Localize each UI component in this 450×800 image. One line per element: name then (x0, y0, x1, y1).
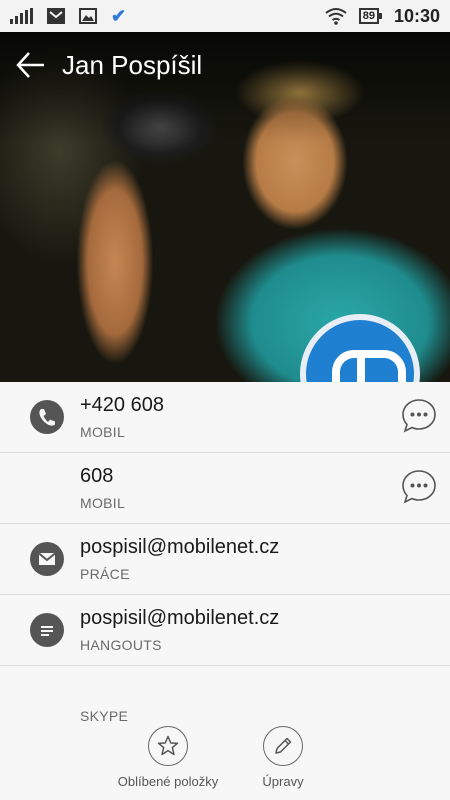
gallery-icon (79, 8, 97, 24)
wifi-icon (325, 8, 347, 25)
signal-icon (10, 8, 33, 24)
phone-type: MOBIL (80, 495, 126, 511)
photo-gradient (0, 32, 450, 142)
star-icon (148, 726, 188, 766)
battery-icon: 89 (358, 8, 382, 24)
phone-number: +420 608 (80, 394, 164, 416)
status-bar: ✔ 89 10:30 (0, 0, 450, 32)
skype-type: SKYPE (80, 708, 129, 724)
phone-row-2[interactable]: 608 MOBIL (0, 453, 450, 524)
message-icon[interactable] (400, 397, 438, 435)
email-type: PRÁCE (80, 566, 130, 582)
check-icon: ✔ (111, 5, 127, 26)
hangouts-icon (30, 613, 64, 647)
edit-label: Úpravy (262, 774, 304, 789)
battery-level: 89 (358, 8, 379, 24)
phone-type: MOBIL (80, 424, 126, 440)
clock: 10:30 (393, 5, 440, 26)
bottom-actions: Oblíbené položky Úpravy (0, 726, 450, 800)
hangouts-row[interactable]: pospisil@mobilenet.cz HANGOUTS (0, 595, 450, 666)
hangouts-type: HANGOUTS (80, 637, 162, 653)
gmail-icon (47, 8, 65, 24)
back-arrow-icon[interactable] (14, 48, 48, 82)
email-row-work[interactable]: pospisil@mobilenet.cz PRÁCE (0, 524, 450, 595)
pencil-icon (263, 726, 303, 766)
contact-name: Jan Pospíšil (62, 50, 203, 80)
email-address: pospisil@mobilenet.cz (80, 536, 280, 558)
phone-row-1[interactable]: +420 608 MOBIL (0, 382, 450, 453)
favorites-button[interactable]: Oblíbené položky (105, 726, 231, 789)
edit-button[interactable]: Úpravy (252, 726, 314, 789)
hangouts-address: pospisil@mobilenet.cz (80, 607, 280, 629)
phone-number: 608 (80, 465, 114, 487)
message-icon[interactable] (400, 468, 438, 506)
favorites-label: Oblíbené položky (117, 774, 219, 789)
contact-details: +420 608 MOBIL 608 MOBIL pospisil@mobile… (0, 382, 450, 736)
email-icon (30, 542, 64, 576)
phone-icon (30, 400, 64, 434)
